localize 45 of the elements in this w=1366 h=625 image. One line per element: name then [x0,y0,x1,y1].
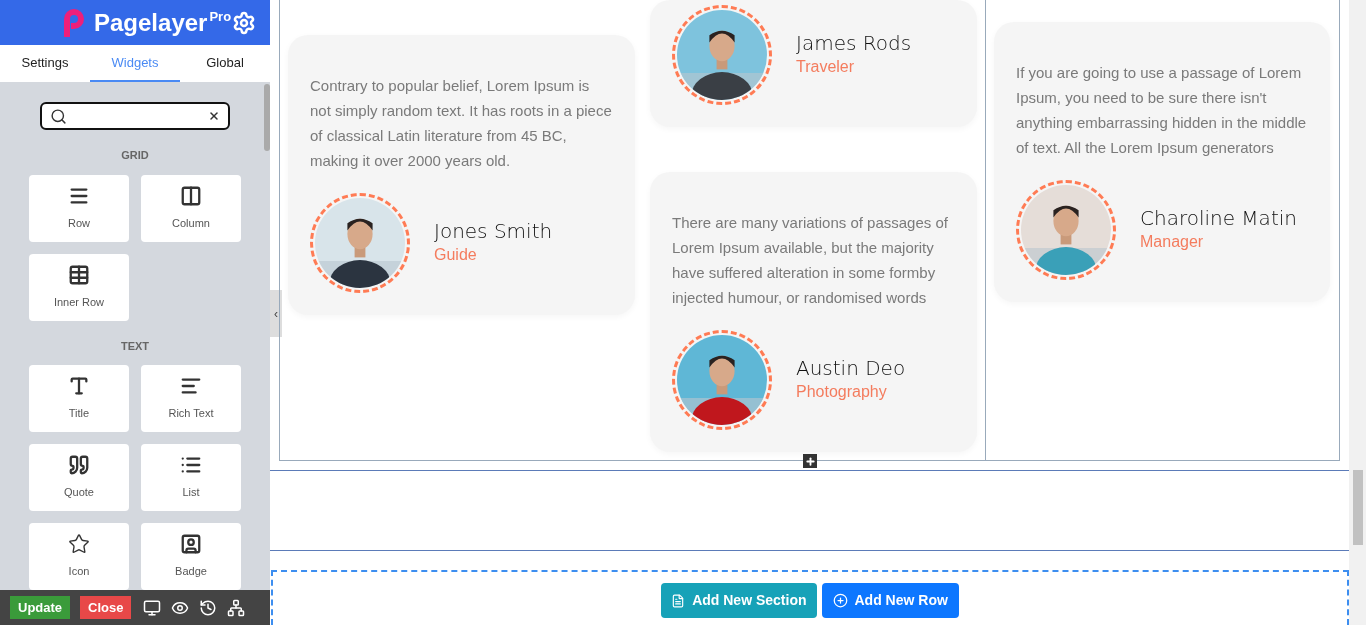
search-field[interactable] [40,102,230,130]
sidebar-tab[interactable]: Global [180,45,270,82]
columns-icon [180,184,202,207]
person-name: Austin Deo [796,356,906,380]
widget-tile[interactable]: Icon [29,523,129,590]
collapse-handle[interactable]: ‹ [270,290,282,337]
widget-tile[interactable]: Column [141,174,241,242]
group-title: TEXT [120,338,150,354]
table-icon [68,263,90,286]
person-role: Guide [434,245,478,265]
widget-tile[interactable]: Badge [141,523,241,590]
monitor-icon[interactable] [143,598,162,617]
update-button[interactable]: Update [10,596,71,619]
person-role: Photography [796,382,888,402]
search-icon [50,107,67,125]
person-name: James Rods [796,31,912,55]
widget-tile[interactable]: Row [29,174,129,242]
logo-text: Pagelayer [94,7,208,38]
plus-circle-icon [832,593,848,608]
widget-tile[interactable]: Rich Text [141,365,241,432]
person-role: Traveler [796,57,856,77]
clear-icon[interactable] [208,110,220,122]
sitemap-icon[interactable] [227,598,246,617]
person-name: Jones Smith [434,219,553,243]
pro-label: Pro [209,8,232,26]
testimonial-text: There are many variations of passages of Lorem Ipsum available, but the majority have suffered alteration in some formby injected humour, or randomised words [672,213,949,308]
add-row-button[interactable]: Add New Row [821,583,959,618]
sidebar-tab[interactable]: Settings [0,45,90,82]
widget-tile[interactable]: Inner Row [29,253,129,321]
star-icon [68,533,90,556]
testimonial-text: Contrary to popular belief, Lorem Ipsum is not simply random text. It has roots in a piece of classical Latin literature from 45 BC, making it over 2000 years old. [310,76,613,171]
widget-tile[interactable]: List [141,444,241,511]
quote-icon [68,454,90,477]
add-widget-icon[interactable] [803,454,817,468]
close-button[interactable]: Close [80,596,132,619]
testimonial-text: If you are going to use a passage of Lorem Ipsum, you need to be sure there isn't anything embarrassing hidden in the middle of text. All the Lorem Ipsum generators [1016,63,1308,158]
widget-tile[interactable]: Title [29,365,129,432]
group-title: GRID [121,148,149,163]
history-icon[interactable] [199,598,218,617]
widget-tile[interactable]: Quote [29,444,129,511]
document-icon [671,593,686,608]
person-role: Manager [1140,232,1205,252]
person-name: Charoline Matin [1140,206,1297,230]
settings-icon[interactable] [232,10,256,35]
id-card-icon [180,533,202,556]
